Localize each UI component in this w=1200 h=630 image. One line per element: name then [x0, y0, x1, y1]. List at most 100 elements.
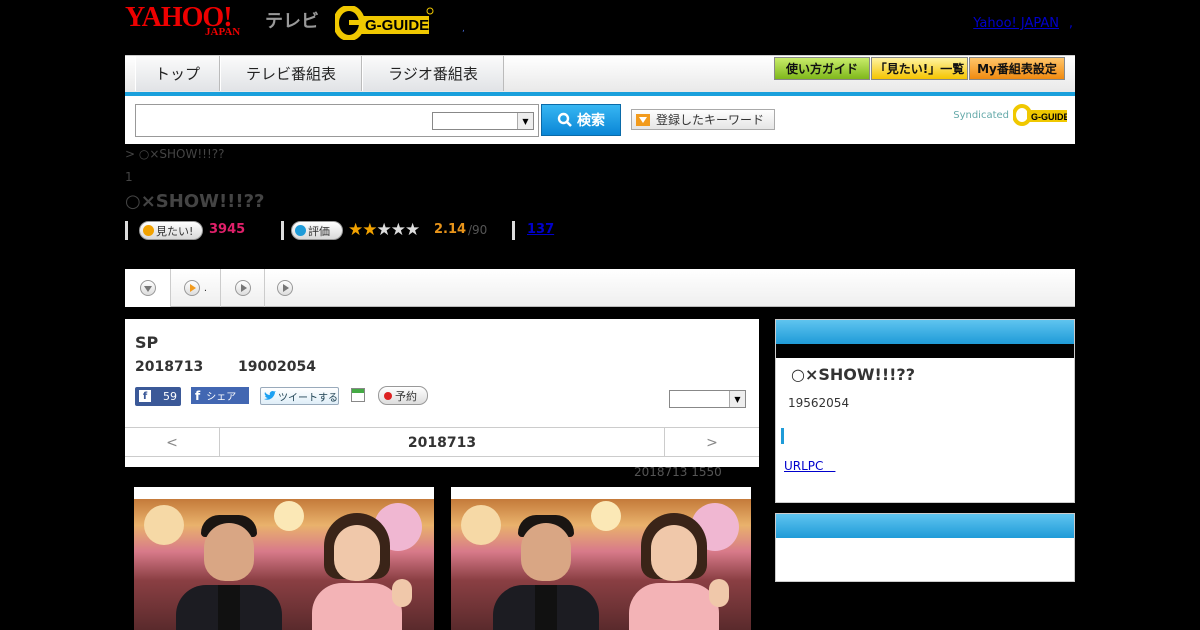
previous-day-button[interactable]: < [125, 428, 220, 457]
person-left-face [204, 523, 254, 581]
sidebar-url-link[interactable]: URLPC [784, 457, 835, 474]
rating-score: 2.14 [434, 222, 467, 237]
subtab-2[interactable] [221, 269, 265, 307]
guide-button[interactable]: 使い方ガイド [774, 57, 870, 80]
person-left-shirt [218, 585, 240, 630]
tweet-button[interactable]: ツイートする [260, 387, 339, 405]
person-right-hand [709, 579, 729, 607]
search-icon [557, 112, 572, 127]
dropdown-arrow-icon [636, 114, 650, 126]
star-rating: ★★★★★ [348, 220, 420, 240]
page-title: ○×SHOW!!!?? [125, 191, 265, 212]
sidebar-section-marker [781, 428, 784, 444]
reserve-button[interactable]: 予約 [378, 386, 428, 405]
sidebar-program-box: ○×SHOW!!!?? 19562054 URLPC [775, 319, 1075, 503]
main-nav: トップ テレビ番組表 ラジオ番組表 使い方ガイド 「見たい!」一覧 My番組表設… [125, 55, 1075, 96]
subtab-3[interactable] [265, 269, 305, 307]
mitai-count: 3945 [209, 222, 246, 237]
calendar-add-icon[interactable] [351, 388, 365, 402]
record-icon [384, 391, 392, 400]
plus-icon [295, 225, 306, 236]
next-day-button[interactable]: > [664, 428, 759, 457]
decoration [461, 505, 501, 545]
play-icon [277, 280, 293, 296]
person-right-body [629, 583, 719, 630]
subtab-0[interactable] [125, 269, 171, 307]
sidebar-time: 19562054 [788, 396, 850, 410]
yahoo-japan-link[interactable]: Yahoo! JAPAN [973, 16, 1059, 31]
photo-content [134, 499, 434, 630]
nav-tab-radio-schedule[interactable]: ラジオ番組表 [362, 56, 504, 91]
sidebar-secondary-box [775, 513, 1075, 582]
person-right-body [312, 583, 402, 630]
current-day: 2018713 [407, 434, 477, 451]
search-bar: ▼ 検索 登録したキーワード Syndicated G-GUIDE [125, 96, 1075, 144]
sidebar-header [776, 320, 1074, 344]
star-filled-icon: ★ [348, 220, 363, 240]
facebook-share-label: シェア [206, 392, 237, 403]
chevron-down-icon [139, 280, 156, 296]
facebook-share-button[interactable]: f シェア [191, 387, 249, 404]
play-icon [234, 280, 251, 296]
photo-content [451, 499, 751, 630]
person-left-face [521, 523, 571, 581]
star-empty-icon: ★ [376, 220, 392, 240]
rate-label: 評価 [308, 224, 330, 238]
decoration [591, 501, 621, 531]
search-button[interactable]: 検索 [541, 104, 621, 136]
day-navigation: < 2018713 > [125, 427, 759, 457]
sidebar-subheader [776, 344, 1074, 358]
search-button-label: 検索 [577, 113, 605, 129]
person-right-face [651, 525, 697, 581]
facebook-like-count-button[interactable]: f 59 [135, 387, 181, 406]
search-category-select[interactable]: ▼ [432, 112, 534, 130]
gguide-logo[interactable]: G-GUIDE [335, 6, 435, 40]
tv-logo-text[interactable]: テレビ [265, 7, 319, 33]
header-link-separator: , [1068, 16, 1073, 31]
gguide-small-logo: G-GUIDE [1013, 104, 1067, 126]
subtab-label-1: . [203, 282, 208, 294]
facebook-like-count: 59 [163, 390, 177, 403]
site-header: YAHOO! JAPAN テレビ G-GUIDE , Yahoo! JAPAN … [125, 0, 1075, 52]
subtab-1[interactable]: . [171, 269, 221, 307]
sidebar-secondary-header [776, 514, 1074, 538]
gguide-small-logo-text: G-GUIDE [1031, 112, 1067, 122]
page-number: 1 [125, 170, 133, 184]
person-right-hand [392, 579, 412, 607]
rating-row: 見たい! 3945 評価 ★★★★★ 2.14 /90 137 [125, 220, 625, 242]
mitai-button[interactable]: 見たい! [139, 221, 203, 240]
decoration [144, 505, 184, 545]
registered-keywords-button[interactable]: 登録したキーワード [631, 109, 775, 130]
facebook-icon: f [139, 390, 151, 402]
sidebar-show-title[interactable]: ○×SHOW!!!?? [791, 365, 915, 384]
yahoo-japan-logo-text: JAPAN [205, 26, 241, 38]
rate-button[interactable]: 評価 [291, 221, 343, 240]
divider [281, 221, 284, 240]
nav-tab-tv-schedule[interactable]: テレビ番組表 [220, 56, 362, 91]
twitter-icon [264, 391, 276, 400]
mitai-list-button[interactable]: 「見たい!」一覧 [871, 57, 968, 80]
episode-date: 2018713 [135, 359, 204, 375]
reserve-label: 予約 [395, 389, 417, 403]
my-schedule-button[interactable]: My番組表設定 [969, 57, 1065, 80]
syndicated-gguide-badge: Syndicated G-GUIDE [953, 104, 1067, 126]
episode-photo[interactable] [134, 487, 434, 630]
updated-timestamp: 2018713 1550 [634, 465, 722, 479]
header-dot: , [462, 24, 465, 34]
divider [512, 221, 515, 240]
breadcrumb[interactable]: > ○×SHOW!!!?? [125, 147, 225, 161]
divider [125, 221, 128, 240]
episode-select[interactable]: ▼ [669, 390, 746, 408]
registered-keywords-label: 登録したキーワード [656, 113, 765, 127]
star-filled-icon: ★ [362, 220, 377, 240]
facebook-icon: f [195, 388, 201, 403]
mitai-label: 見たい! [156, 224, 194, 238]
episode-photo[interactable] [451, 487, 751, 630]
chevron-down-icon: ▼ [517, 113, 533, 129]
review-count-link[interactable]: 137 [527, 222, 554, 237]
program-subtabs: . [125, 269, 1075, 307]
play-icon [183, 280, 200, 296]
syndicated-label: Syndicated [953, 109, 1009, 121]
rating-score-total: /90 [468, 223, 488, 237]
nav-tab-top[interactable]: トップ [135, 56, 220, 91]
